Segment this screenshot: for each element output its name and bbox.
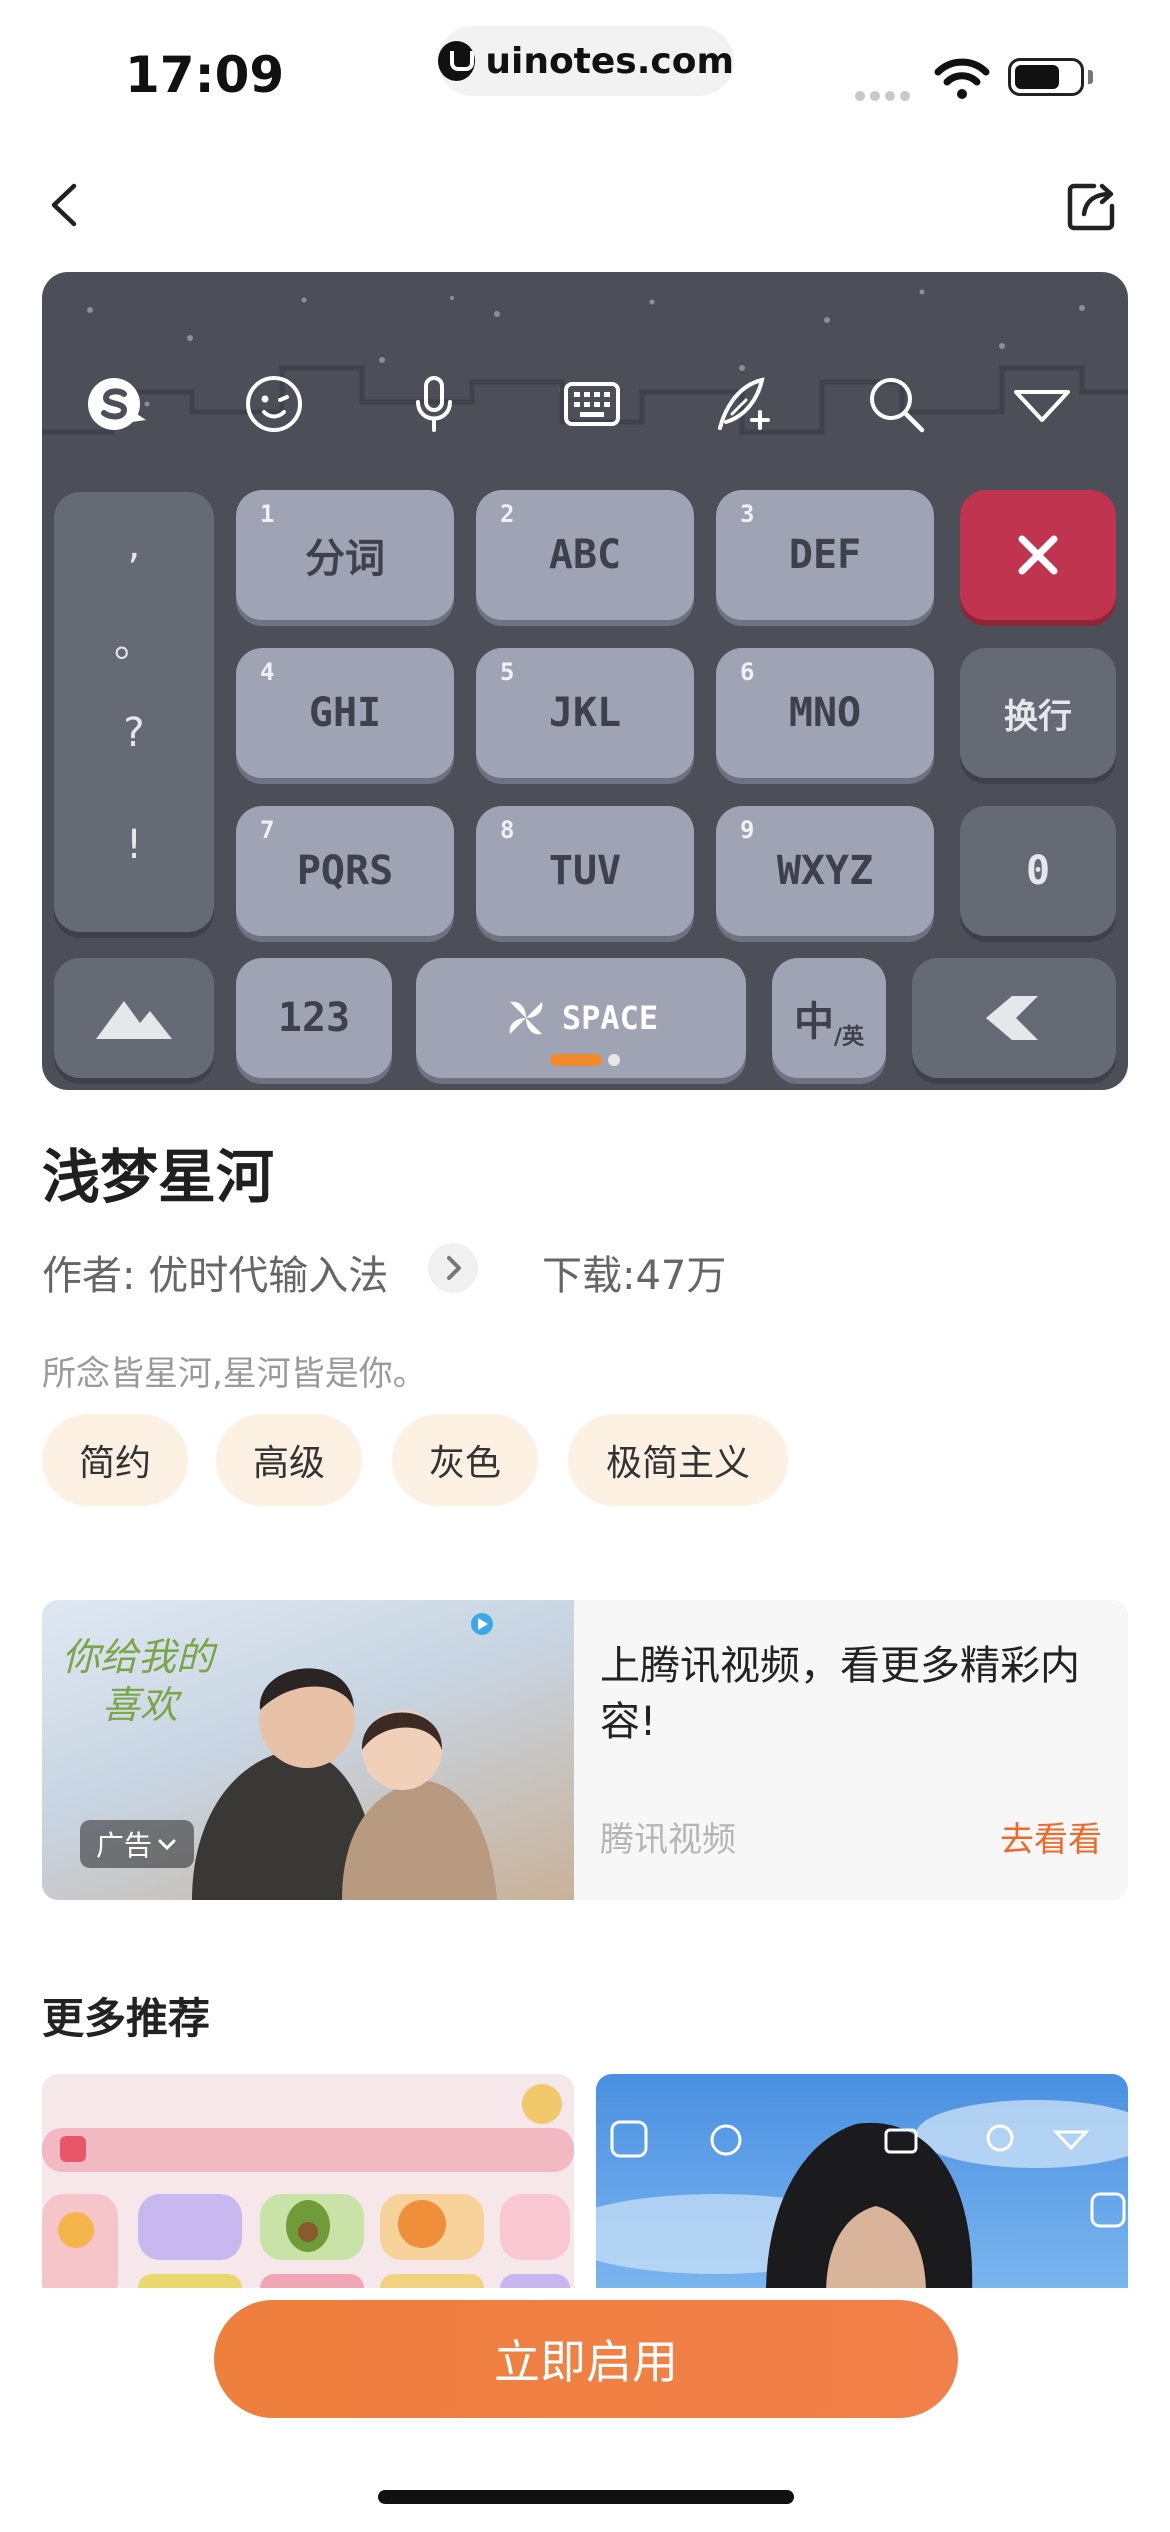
key-label: JKL bbox=[548, 690, 622, 736]
punct-question[interactable]: ? bbox=[54, 710, 214, 756]
sogou-logo-icon[interactable] bbox=[84, 372, 148, 436]
key-1[interactable]: 1 分词 bbox=[236, 490, 454, 620]
zero-key[interactable]: 0 bbox=[960, 806, 1116, 936]
key-9[interactable]: 9 WXYZ bbox=[716, 806, 934, 936]
skin-feather-icon[interactable] bbox=[710, 372, 774, 436]
sky-portrait-skin-preview bbox=[596, 2100, 1128, 2294]
wifi-icon bbox=[934, 58, 990, 99]
backspace-key[interactable] bbox=[912, 958, 1116, 1078]
delete-key[interactable] bbox=[960, 490, 1116, 620]
key-label: MNO bbox=[788, 690, 862, 736]
key-2[interactable]: 2 ABC bbox=[476, 490, 694, 620]
cellular-signal-icon bbox=[855, 86, 915, 101]
site-logo-icon bbox=[438, 41, 476, 81]
key-label: GHI bbox=[308, 690, 382, 736]
url-pill[interactable]: uinotes.com bbox=[438, 26, 734, 96]
punctuation-column[interactable]: , 。 ? ! bbox=[54, 492, 214, 932]
key-number: 7 bbox=[260, 816, 275, 844]
punct-comma[interactable]: , bbox=[54, 522, 214, 568]
key-5[interactable]: 5 JKL bbox=[476, 648, 694, 778]
collapse-keyboard-icon[interactable] bbox=[1010, 372, 1074, 436]
key-number: 4 bbox=[260, 658, 275, 686]
key-4[interactable]: 4 GHI bbox=[236, 648, 454, 778]
key-number: 3 bbox=[740, 500, 755, 528]
skin-description: 所念皆星河,星河皆是你。 bbox=[42, 1354, 427, 1394]
lang-sub-label: /英 bbox=[833, 1025, 865, 1050]
skin-title: 浅梦星河 bbox=[42, 1143, 275, 1211]
svg-text:你给我的: 你给我的 bbox=[62, 1635, 218, 1679]
key-number: 2 bbox=[500, 500, 515, 528]
key-label: TUV bbox=[548, 848, 622, 894]
swipe-dot bbox=[608, 1054, 620, 1066]
fruit-skin-preview bbox=[42, 2084, 574, 2294]
download-count: 下载:47万 bbox=[542, 1253, 727, 1299]
key-6[interactable]: 6 MNO bbox=[716, 648, 934, 778]
tag-chip[interactable]: 简约 bbox=[42, 1414, 188, 1506]
ad-card[interactable]: 你给我的 喜欢 广告 上腾讯视频，看更多精彩内容! 腾讯视频 去看看 bbox=[42, 1600, 1128, 1900]
mountain-icon bbox=[96, 1001, 172, 1039]
enable-now-button[interactable]: 立即启用 bbox=[214, 2300, 958, 2418]
ad-cta-link[interactable]: 去看看 bbox=[1000, 1812, 1102, 1861]
key-number: 8 bbox=[500, 816, 515, 844]
swipe-indicator bbox=[550, 1054, 602, 1066]
chevron-down-icon bbox=[158, 1839, 176, 1851]
tag-chip[interactable]: 高级 bbox=[216, 1414, 362, 1506]
back-icon[interactable] bbox=[42, 180, 92, 230]
home-indicator bbox=[378, 2490, 794, 2504]
numbers-key[interactable]: 123 bbox=[236, 958, 392, 1078]
battery-icon bbox=[1008, 58, 1084, 96]
mountain-key[interactable] bbox=[54, 958, 214, 1078]
tag-chip[interactable]: 极简主义 bbox=[568, 1414, 788, 1506]
key-label: WXYZ bbox=[776, 848, 874, 894]
keyboard-icon[interactable] bbox=[560, 372, 624, 436]
key-number: 1 bbox=[260, 500, 275, 528]
key-label: ABC bbox=[548, 532, 622, 578]
tag-chip[interactable]: 灰色 bbox=[392, 1414, 538, 1506]
ad-badge[interactable]: 广告 bbox=[80, 1820, 195, 1868]
key-number: 5 bbox=[500, 658, 515, 686]
key-3[interactable]: 3 DEF bbox=[716, 490, 934, 620]
recommend-skin-thumbnail[interactable] bbox=[42, 2074, 574, 2294]
backspace-icon bbox=[986, 996, 1038, 1040]
pinwheel-icon bbox=[509, 1001, 543, 1035]
more-recommend-title: 更多推荐 bbox=[42, 1994, 211, 2043]
ad-source: 腾讯视频 bbox=[600, 1820, 736, 1860]
ad-badge-label: 广告 bbox=[96, 1829, 153, 1862]
key-label: PQRS bbox=[296, 848, 394, 894]
search-icon[interactable] bbox=[864, 372, 928, 436]
svg-text:喜欢: 喜欢 bbox=[102, 1683, 183, 1727]
newline-key[interactable]: 换行 bbox=[960, 648, 1116, 778]
share-icon[interactable] bbox=[1064, 178, 1120, 234]
key-7[interactable]: 7 PQRS bbox=[236, 806, 454, 936]
ad-image[interactable]: 你给我的 喜欢 广告 bbox=[42, 1600, 574, 1900]
keyboard-preview: , 。 ? ! 1 分词 2 ABC 3 DEF 4 GHI 5 JKL 6 M… bbox=[42, 272, 1128, 1090]
close-icon bbox=[1018, 535, 1058, 575]
chevron-right-icon[interactable] bbox=[428, 1243, 478, 1293]
battery-tip bbox=[1088, 70, 1093, 84]
key-label: DEF bbox=[788, 532, 862, 578]
ad-title: 上腾讯视频，看更多精彩内容! bbox=[600, 1643, 1080, 1745]
status-time: 17:09 bbox=[125, 46, 285, 104]
author-link[interactable]: 作者: 优时代输入法 bbox=[42, 1243, 388, 1301]
key-number: 6 bbox=[740, 658, 755, 686]
emoji-icon[interactable] bbox=[242, 372, 306, 436]
url-text: uinotes.com bbox=[485, 40, 734, 82]
recommend-skin-thumbnail[interactable] bbox=[596, 2074, 1128, 2294]
lang-main-label: 中 bbox=[793, 999, 834, 1045]
key-label: 分词 bbox=[305, 536, 385, 582]
space-label: SPACE bbox=[561, 999, 659, 1037]
key-8[interactable]: 8 TUV bbox=[476, 806, 694, 936]
microphone-icon[interactable] bbox=[402, 372, 466, 436]
lang-switch-key[interactable]: 中 /英 bbox=[772, 958, 886, 1078]
punct-period[interactable]: 。 bbox=[54, 610, 214, 668]
punct-exclaim[interactable]: ! bbox=[54, 822, 214, 868]
key-number: 9 bbox=[740, 816, 755, 844]
